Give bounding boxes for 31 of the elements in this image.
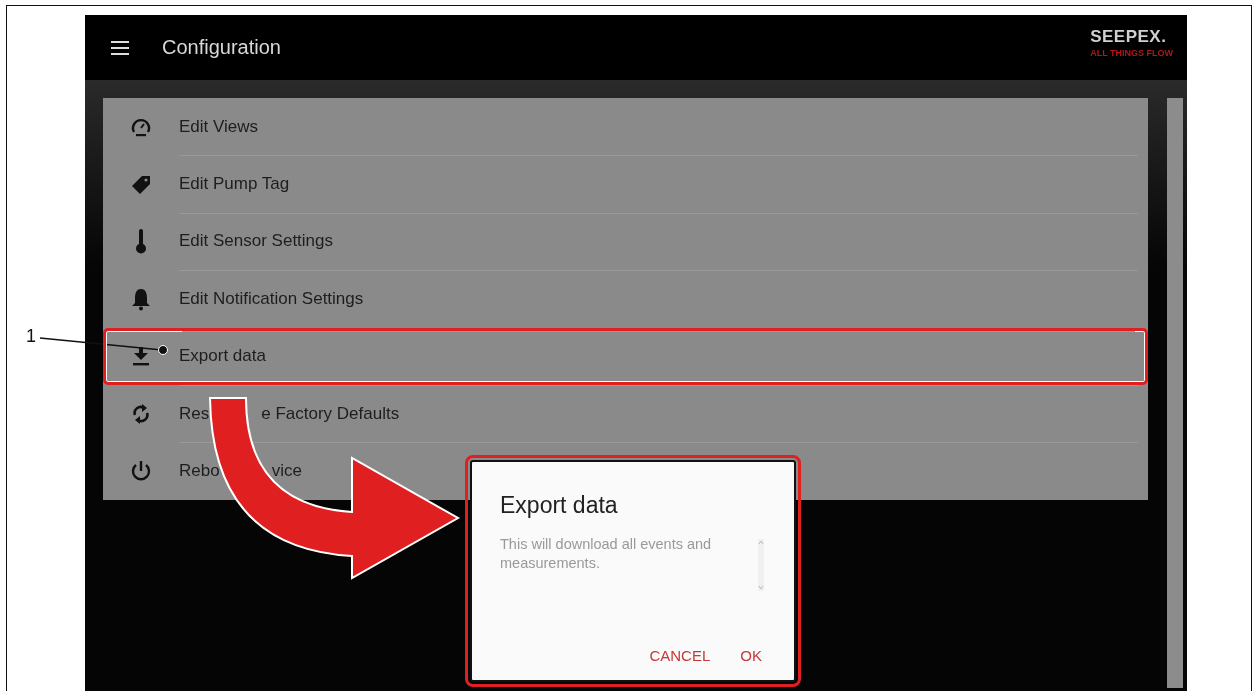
menu-item-label: vice <box>271 461 302 482</box>
dialog-button[interactable]: OK <box>736 645 766 666</box>
menu-item-label: Export data <box>179 346 266 367</box>
callout-number: 1 <box>26 326 36 347</box>
dialog-button[interactable]: CANCEL <box>645 645 715 666</box>
menu-item[interactable]: Export data <box>103 327 1148 385</box>
page-title: Configuration <box>162 36 281 59</box>
menu-item-label: Edit Notification Settings <box>179 288 364 309</box>
menu-item-label: Rebo <box>179 461 220 482</box>
menu-icon[interactable] <box>111 40 129 55</box>
scroll-bar[interactable] <box>1167 98 1183 688</box>
brand-logo: SEEPEX. <box>1090 27 1167 47</box>
power-icon <box>130 460 152 483</box>
menu-item-label: Edit Sensor Settings <box>179 231 334 252</box>
tag-icon <box>130 173 152 196</box>
menu-item-label: Res <box>179 403 210 424</box>
dialog-message: This will download all events and measurements. <box>500 535 713 573</box>
dialog-title: Export data <box>500 492 619 519</box>
download-icon <box>130 345 152 368</box>
brand-tagline: ALL THINGS FLOW <box>1090 48 1173 58</box>
menu-item-label: Edit Views <box>179 116 259 137</box>
menu-item[interactable]: Res e Factory Defaults <box>103 384 1148 443</box>
bell-icon <box>131 286 151 311</box>
menu-item[interactable]: Edit Views <box>103 98 1148 156</box>
menu-item[interactable]: Edit Notification Settings <box>103 270 1148 328</box>
menu-item-label: Edit Pump Tag <box>179 174 290 195</box>
menu-item[interactable]: Edit Sensor Settings <box>103 212 1148 271</box>
menu-item[interactable]: Edit Pump Tag <box>103 155 1148 213</box>
menu-item-label: e Factory Defaults <box>261 403 400 424</box>
sync-icon <box>132 401 150 426</box>
thermometer-icon <box>135 228 147 255</box>
